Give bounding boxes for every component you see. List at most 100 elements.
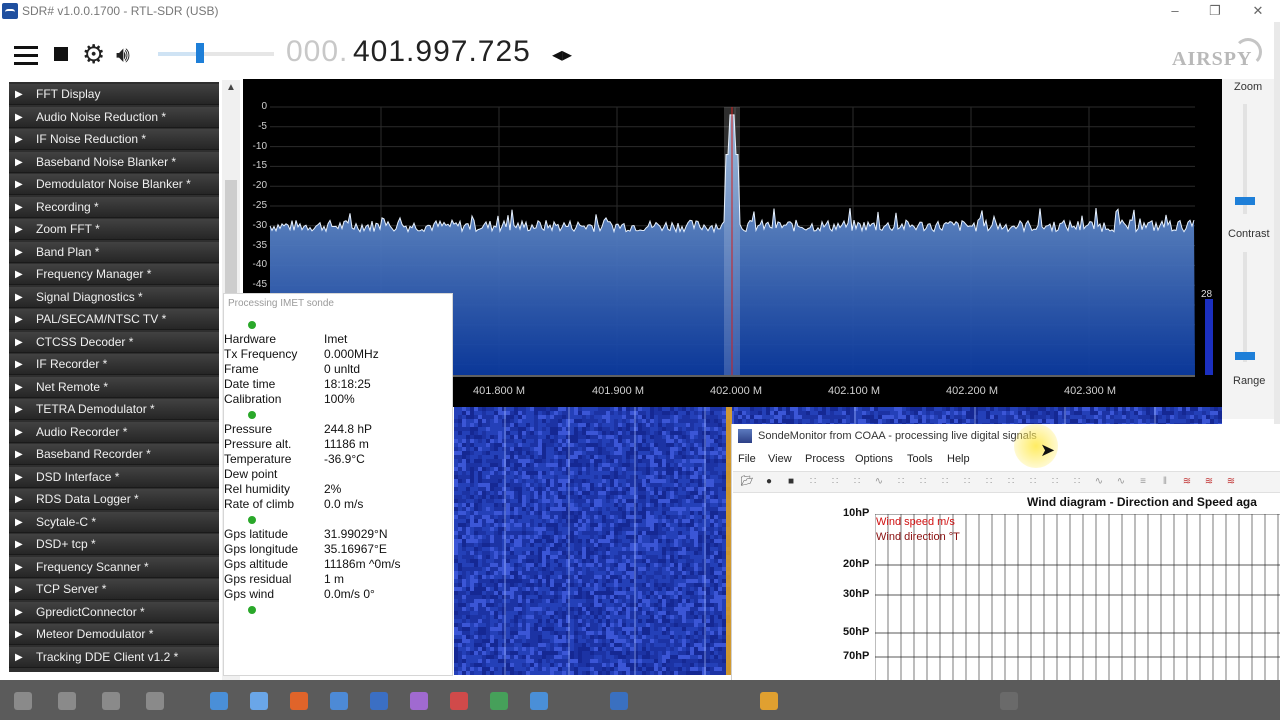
menu-help[interactable]: Help [947, 453, 970, 465]
expand-arrow-icon[interactable]: ▶ [15, 287, 23, 308]
toolbar-tool-icon[interactable]: ∷ [828, 475, 842, 488]
restore-icon[interactable]: ❐ [1206, 2, 1224, 20]
plugin-item[interactable]: ▶ Frequency Manager * [9, 264, 219, 285]
terminal-icon[interactable] [760, 692, 778, 710]
expand-arrow-icon[interactable]: ▶ [15, 579, 23, 600]
expand-arrow-icon[interactable]: ▶ [15, 444, 23, 465]
plugin-item[interactable]: ▶ FFT Display [9, 84, 219, 105]
folder-icon[interactable] [330, 692, 348, 710]
expand-arrow-icon[interactable]: ▶ [15, 84, 23, 105]
plugin-item[interactable]: ▶ Tracking DDE Client v1.2 * [9, 646, 219, 668]
plugin-item[interactable]: ▶ PAL/SECAM/NTSC TV * [9, 309, 219, 330]
plugin-item[interactable]: ▶ TETRA Demodulator * [9, 399, 219, 420]
expand-arrow-icon[interactable]: ▶ [15, 534, 23, 555]
toolbar-tool-icon[interactable]: ∷ [1070, 475, 1084, 488]
taskview-icon[interactable] [102, 692, 120, 710]
expand-arrow-icon[interactable]: ▶ [15, 309, 23, 330]
plugin-item[interactable]: ▶ GpredictConnector * [9, 601, 219, 623]
plugin-item[interactable]: ▶ Frequency Scanner * [9, 556, 219, 578]
close-icon[interactable]: ✕ [1249, 2, 1267, 20]
toolbar-tool-icon[interactable]: ≋ [1202, 475, 1216, 488]
tray-icon[interactable] [1000, 692, 1018, 710]
toolbar-tool-icon[interactable]: ∷ [850, 475, 864, 488]
toolbar-tool-icon[interactable]: ‖ [1158, 475, 1172, 488]
toolbar-tool-icon[interactable]: ∷ [982, 475, 996, 488]
speaker-icon[interactable]: 🔊︎ [116, 42, 130, 68]
toolbar-tool-icon[interactable]: ∷ [894, 475, 908, 488]
plugin-item[interactable]: ▶ CTCSS Decoder * [9, 331, 219, 353]
frequency-prefix[interactable]: 000. [286, 35, 348, 69]
toolbar-tool-icon[interactable]: ∿ [1114, 475, 1128, 488]
plugin-item[interactable]: ▶ RDS Data Logger * [9, 489, 219, 510]
toolbar-tool-icon[interactable]: ∷ [806, 475, 820, 488]
plugin-item[interactable]: ▶ Audio Noise Reduction * [9, 106, 219, 128]
toolbar-tool-icon[interactable]: ∷ [938, 475, 952, 488]
expand-arrow-icon[interactable]: ▶ [15, 354, 23, 375]
explorer-icon[interactable] [146, 692, 164, 710]
plugin-item[interactable]: ▶ Band Plan * [9, 241, 219, 263]
expand-arrow-icon[interactable]: ▶ [15, 647, 23, 668]
zoom-slider-thumb[interactable] [1235, 197, 1255, 205]
expand-arrow-icon[interactable]: ▶ [15, 152, 23, 173]
expand-arrow-icon[interactable]: ▶ [15, 512, 23, 533]
excel-icon[interactable] [410, 692, 428, 710]
open-folder-icon[interactable]: 📂︎ [740, 475, 754, 488]
plugin-item[interactable]: ▶ Meteor Demodulator * [9, 624, 219, 645]
toolbar-tool-icon[interactable]: ≡ [1136, 475, 1150, 488]
plugin-item[interactable]: ▶ Baseband Noise Blanker * [9, 151, 219, 173]
menu-file[interactable]: File [738, 453, 756, 465]
hamburger-icon[interactable] [14, 46, 38, 66]
expand-arrow-icon[interactable]: ▶ [15, 129, 23, 150]
word-icon[interactable] [370, 692, 388, 710]
toolbar-tool-icon[interactable]: ∷ [960, 475, 974, 488]
stop-icon[interactable] [54, 47, 68, 61]
expand-arrow-icon[interactable]: ▶ [15, 174, 23, 195]
plugin-item[interactable]: ▶ IF Noise Reduction * [9, 129, 219, 150]
plugin-item[interactable]: ▶ Baseband Recorder * [9, 444, 219, 465]
sdr-icon[interactable] [490, 692, 508, 710]
plugin-item[interactable]: ▶ Scytale-C * [9, 511, 219, 533]
chrome-icon[interactable] [450, 692, 468, 710]
start-icon[interactable] [14, 692, 32, 710]
expand-arrow-icon[interactable]: ▶ [15, 332, 23, 353]
expand-arrow-icon[interactable]: ▶ [15, 264, 23, 285]
expand-arrow-icon[interactable]: ▶ [15, 422, 23, 443]
contrast-slider-thumb[interactable] [1235, 352, 1255, 360]
mail-icon[interactable] [250, 692, 268, 710]
expand-arrow-icon[interactable]: ▶ [15, 377, 23, 398]
plugin-item[interactable]: ▶ Signal Diagnostics * [9, 286, 219, 308]
expand-arrow-icon[interactable]: ▶ [15, 624, 23, 645]
expand-arrow-icon[interactable]: ▶ [15, 197, 23, 218]
plugin-item[interactable]: ▶ DSD+ tcp * [9, 534, 219, 555]
menu-process[interactable]: Process [805, 453, 845, 465]
sidebar-scroll-thumb[interactable] [225, 180, 237, 300]
toolbar-tool-icon[interactable]: ∿ [1092, 475, 1106, 488]
menu-options[interactable]: Options [855, 453, 893, 465]
toolbar-tool-icon[interactable]: ≋ [1224, 475, 1238, 488]
app-icon[interactable] [530, 692, 548, 710]
contrast-slider-track[interactable] [1243, 252, 1247, 362]
expand-arrow-icon[interactable]: ▶ [15, 467, 23, 488]
plugin-item[interactable]: ▶ Audio Recorder * [9, 421, 219, 443]
frequency-display[interactable]: 401.997.725 [353, 35, 531, 69]
plugin-item[interactable]: ▶ Recording * [9, 196, 219, 218]
toolbar-tool-icon[interactable]: ∷ [1026, 475, 1040, 488]
toolbar-tool-icon[interactable]: ∿ [872, 475, 886, 488]
store-icon[interactable] [290, 692, 308, 710]
expand-arrow-icon[interactable]: ▶ [15, 107, 23, 128]
plugin-item[interactable]: ▶ Zoom FFT * [9, 219, 219, 240]
plugin-item[interactable]: ▶ Net Remote * [9, 376, 219, 398]
expand-arrow-icon[interactable]: ▶ [15, 399, 23, 420]
toolbar-tool-icon[interactable]: ∷ [1048, 475, 1062, 488]
minimize-icon[interactable]: – [1166, 2, 1184, 20]
plugin-item[interactable]: ▶ Demodulator Noise Blanker * [9, 174, 219, 195]
menu-view[interactable]: View [768, 453, 792, 465]
scroll-up-icon[interactable]: ▲ [226, 82, 236, 93]
tuning-arrows-icon[interactable]: ◂▸ [552, 42, 572, 67]
menu-tools[interactable]: Tools [907, 453, 933, 465]
search-icon[interactable] [58, 692, 76, 710]
plugin-item[interactable]: ▶ IF Recorder * [9, 354, 219, 375]
record-icon[interactable]: ● [762, 475, 776, 488]
browser-icon[interactable] [210, 692, 228, 710]
stop-icon[interactable]: ■ [784, 475, 798, 488]
